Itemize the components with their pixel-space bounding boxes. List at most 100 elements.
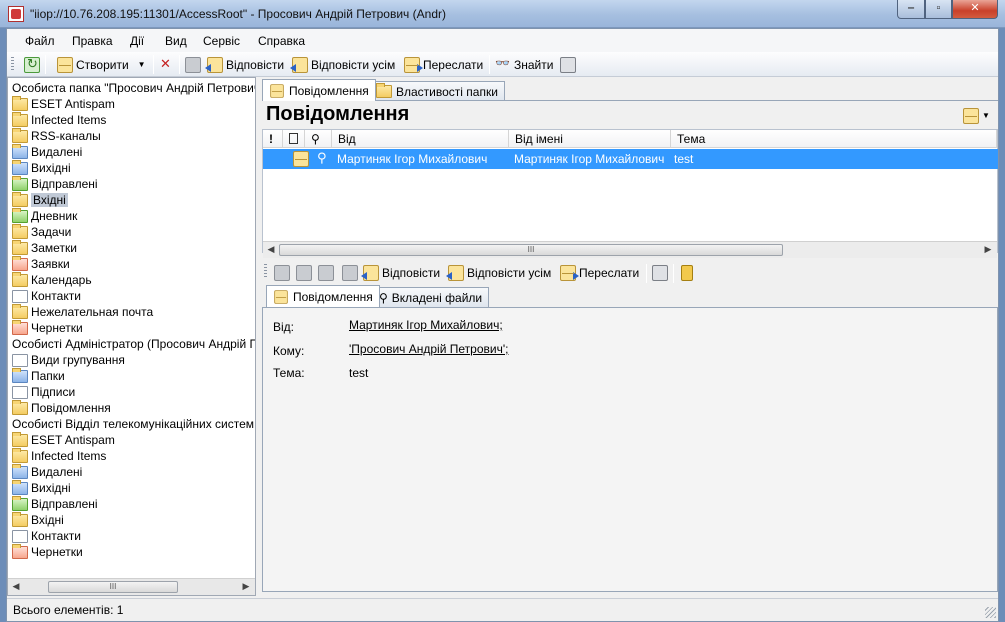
tree-item[interactable]: Повідомлення — [8, 399, 111, 416]
tree-group-personal[interactable]: Особиста папка "Просович Андрій Петрович… — [8, 80, 255, 96]
tree-item[interactable]: Видалені — [8, 463, 82, 480]
scroll-right-icon[interactable]: ▶ — [981, 244, 995, 257]
tree-item-inbox[interactable]: Вхідні — [8, 191, 68, 208]
find-button[interactable]: Знайти — [495, 56, 553, 73]
create-button[interactable]: Створити ▼ — [57, 56, 146, 73]
col-from[interactable]: Від — [332, 130, 509, 148]
tab-attachments[interactable]: ⚲ Вкладені файли — [372, 287, 490, 307]
reply-button[interactable]: Відповісти — [361, 264, 440, 281]
tree-item-label: Заявки — [31, 257, 70, 271]
tree-item[interactable]: Вихідні — [8, 479, 71, 496]
scroll-right-icon[interactable]: ▶ — [239, 581, 253, 594]
col-attachment[interactable]: ⚲ — [305, 130, 332, 148]
tree-item[interactable]: Infected Items — [8, 111, 106, 128]
tree-item[interactable]: Відправлені — [8, 175, 98, 192]
menu-view[interactable]: Вид — [165, 34, 187, 48]
reply-all-button[interactable]: Відповісти усім — [290, 56, 395, 73]
table-row[interactable]: ⚲ Мартиняк Ігор Михайлович Мартиняк Ігор… — [263, 149, 998, 169]
tree-item[interactable]: Папки — [8, 367, 65, 384]
reply-label: Відповісти — [226, 57, 285, 72]
tree-item[interactable]: Видалені — [8, 143, 82, 160]
tree-item-label: Чернетки — [31, 545, 83, 559]
tree-item-label: Вхідні — [31, 513, 64, 527]
paperclip-icon: ⚲ — [317, 150, 327, 165]
scroll-thumb[interactable]: III — [48, 581, 178, 593]
tab-messages[interactable]: Повідомлення — [262, 79, 376, 101]
print-button[interactable] — [652, 264, 668, 281]
tree-item-label: Підписи — [31, 385, 76, 399]
col-subject[interactable]: Тема — [671, 130, 997, 148]
resize-grip[interactable] — [985, 607, 996, 618]
tree-item[interactable]: Заявки — [8, 255, 70, 272]
tree-item-label: Чернетки — [31, 321, 83, 335]
toolbar-grip[interactable] — [11, 57, 14, 72]
tree-item[interactable]: Нежелательная почта — [8, 303, 153, 320]
tree-item[interactable]: ESET Antispam — [8, 431, 115, 448]
tree-horizontal-scrollbar[interactable]: ◀ III ▶ — [8, 578, 255, 595]
menu-file[interactable]: Файл — [25, 34, 55, 48]
tree-item[interactable]: Вихідні — [8, 159, 71, 176]
delete-button[interactable] — [318, 264, 334, 281]
scroll-thumb[interactable]: III — [279, 244, 783, 256]
menu-actions[interactable]: Дії — [130, 34, 144, 48]
tree-item-label: Календарь — [31, 273, 92, 287]
tab-label: Вкладені файли — [391, 290, 483, 305]
from-value[interactable]: Мартиняк Ігор Михайлович; — [349, 318, 503, 332]
reply-all-label: Відповісти усім — [467, 265, 552, 280]
menu-edit[interactable]: Правка — [72, 34, 113, 48]
tab-message[interactable]: Повідомлення — [266, 285, 380, 307]
tree-item-label: Infected Items — [31, 449, 107, 463]
minimize-button[interactable]: ‒ — [897, 0, 925, 19]
save-button[interactable] — [274, 264, 290, 281]
refresh-button[interactable] — [24, 56, 40, 73]
tree-item[interactable]: Підписи — [8, 384, 75, 400]
maximize-button[interactable]: ▫ — [925, 0, 952, 19]
tab-folder-properties[interactable]: Властивості папки — [369, 81, 505, 101]
tree-item[interactable]: Контакти — [8, 288, 81, 304]
tree-item[interactable]: Вхідні — [8, 511, 64, 528]
tab-label: Властивості папки — [396, 84, 498, 99]
deleted-folder-icon — [12, 143, 28, 159]
scroll-left-icon[interactable]: ◀ — [264, 244, 278, 257]
col-from-name[interactable]: Від імені — [509, 130, 671, 148]
col-type[interactable] — [283, 130, 305, 148]
delete-button[interactable] — [158, 56, 174, 73]
menu-service[interactable]: Сервіс — [203, 34, 240, 48]
menu-help[interactable]: Справка — [258, 34, 305, 48]
tree-item-label: Відправлені — [31, 177, 98, 191]
lock-button[interactable] — [681, 264, 693, 281]
forward-label: Переслати — [423, 57, 484, 72]
forward-button[interactable]: Переслати — [560, 264, 639, 281]
tree-item[interactable]: Відправлені — [8, 495, 98, 512]
tree-item[interactable]: Чернетки — [8, 543, 83, 560]
tree-item[interactable]: RSS-каналы — [8, 127, 101, 144]
notes-folder-icon — [12, 239, 28, 255]
tree-item[interactable]: Чернетки — [8, 319, 83, 336]
col-importance[interactable]: ! — [263, 130, 283, 148]
list-horizontal-scrollbar[interactable]: ◀ III ▶ — [263, 241, 997, 258]
tree-item[interactable]: Заметки — [8, 239, 77, 256]
save-button[interactable] — [185, 56, 201, 73]
forward-button[interactable]: Переслати — [404, 56, 483, 73]
close-button[interactable]: ✕ — [952, 0, 998, 19]
toolbar-grip[interactable] — [264, 264, 267, 279]
print-preview-button[interactable] — [342, 264, 358, 281]
reply-all-button[interactable]: Відповісти усім — [446, 264, 552, 281]
attach-button[interactable] — [296, 264, 312, 281]
tree-item[interactable]: Задачи — [8, 223, 71, 240]
view-options-button[interactable]: ▼ — [963, 107, 990, 124]
tree-item[interactable]: Контакти — [8, 528, 81, 544]
to-value[interactable]: 'Просович Андрій Петрович'; — [349, 342, 508, 356]
tree-item[interactable]: ESET Antispam — [8, 95, 115, 112]
folders-icon — [12, 367, 28, 383]
print-button[interactable] — [560, 56, 576, 73]
tree-item[interactable]: Види групування — [8, 352, 125, 368]
tree-item[interactable]: Дневник — [8, 207, 77, 224]
tree-item[interactable]: Infected Items — [8, 447, 107, 464]
tree-item[interactable]: Календарь — [8, 271, 92, 288]
tree-group-admin[interactable]: Особисті Адміністратор (Просович Андрій … — [8, 336, 255, 352]
dropdown-arrow-icon[interactable]: ▼ — [138, 60, 146, 69]
reply-button[interactable]: Відповісти — [205, 56, 285, 73]
scroll-left-icon[interactable]: ◀ — [9, 581, 23, 594]
tree-group-department[interactable]: Особисті Відділ телекомунікаційних систе… — [8, 416, 255, 432]
